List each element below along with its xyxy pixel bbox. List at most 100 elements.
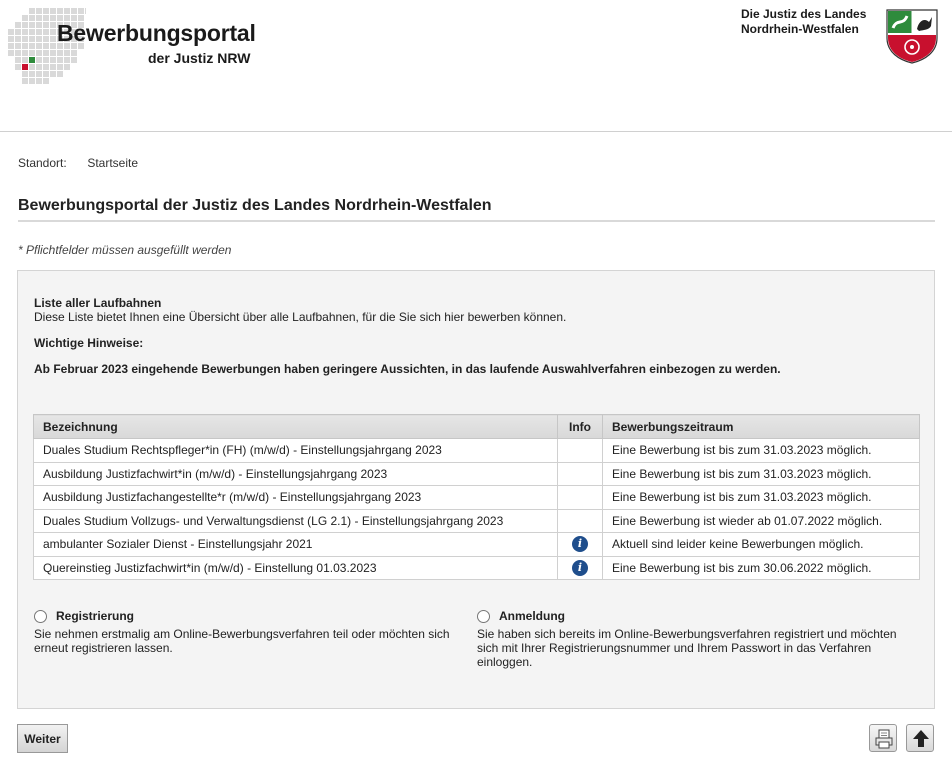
logo-grid-cell <box>22 15 28 21</box>
logo-grid-cell <box>71 8 77 14</box>
info-icon[interactable]: i <box>572 536 588 553</box>
breadcrumb-label: Standort: <box>18 156 67 170</box>
portal-subtitle: der Justiz NRW <box>148 50 251 66</box>
logo-grid-cell <box>57 57 63 63</box>
application-period-cell: Eine Bewerbung ist bis zum 31.03.2023 mö… <box>602 461 920 486</box>
career-name-cell[interactable]: Ausbildung Justizfachangestellte*r (m/w/… <box>33 485 558 510</box>
print-button[interactable] <box>869 724 897 752</box>
logo-grid-cell <box>43 71 49 77</box>
logo-grid-cell <box>22 50 28 56</box>
registration-title[interactable]: Registrierung <box>56 609 134 623</box>
logo-grid-cell <box>15 57 21 63</box>
career-info-cell[interactable]: i <box>557 555 603 580</box>
registration-radio[interactable] <box>34 610 47 623</box>
application-period-cell: Eine Bewerbung ist bis zum 31.03.2023 mö… <box>602 438 920 463</box>
logo-grid-cell <box>57 50 63 56</box>
logo-grid-cell <box>29 64 35 70</box>
logo-grid-cell <box>15 50 21 56</box>
logo-grid-cell <box>8 50 14 56</box>
careers-table: Bezeichnung Info Bewerbungszeitraum Dual… <box>33 414 920 580</box>
next-button[interactable]: Weiter <box>17 724 68 753</box>
logo-grid-cell <box>43 29 49 35</box>
logo-grid-cell <box>50 43 56 49</box>
logo-grid-cell <box>36 64 42 70</box>
logo-grid-cell <box>43 57 49 63</box>
login-radio[interactable] <box>477 610 490 623</box>
logo-grid-cell <box>43 43 49 49</box>
table-row[interactable]: ambulanter Sozialer Dienst - Einstellung… <box>33 532 920 557</box>
logo-grid-cell <box>15 43 21 49</box>
portal-title: Bewerbungsportal <box>57 20 256 46</box>
logo-grid-cell <box>43 78 49 84</box>
logo-grid-cell <box>50 71 56 77</box>
table-row[interactable]: Duales Studium Vollzugs- und Verwaltungs… <box>33 508 920 533</box>
career-name-cell[interactable]: Duales Studium Vollzugs- und Verwaltungs… <box>33 508 558 533</box>
career-info-cell <box>557 461 603 486</box>
application-period-cell: Aktuell sind leider keine Bewerbungen mö… <box>602 532 920 557</box>
logo-grid-cell <box>50 36 56 42</box>
application-period-cell: Eine Bewerbung ist wieder ab 01.07.2022 … <box>602 508 920 533</box>
logo-grid-cell <box>50 64 56 70</box>
column-header-info[interactable]: Info <box>557 414 603 439</box>
career-list-description: Diese Liste bietet Ihnen eine Übersicht … <box>34 310 567 324</box>
table-row[interactable]: Ausbildung Justizfachwirt*in (m/w/d) - E… <box>33 461 920 486</box>
logo-grid-cell <box>8 29 14 35</box>
logo-grid-cell <box>29 15 35 21</box>
state-name-line1: Die Justiz des Landes <box>741 7 867 21</box>
logo-grid-cell <box>22 78 28 84</box>
column-header-period[interactable]: Bewerbungszeitraum <box>602 414 920 439</box>
logo-grid-cell <box>43 64 49 70</box>
info-icon[interactable]: i <box>572 559 588 576</box>
state-name: Die Justiz des Landes Nordrhein-Westfale… <box>741 7 866 37</box>
breadcrumb-current: Startseite <box>87 156 139 170</box>
table-row[interactable]: Ausbildung Justizfachangestellte*r (m/w/… <box>33 485 920 510</box>
application-period-cell: Eine Bewerbung ist bis zum 30.06.2022 mö… <box>602 555 920 580</box>
career-name-cell[interactable]: ambulanter Sozialer Dienst - Einstellung… <box>33 532 558 557</box>
scroll-top-button[interactable] <box>906 724 934 752</box>
logo-grid-cell <box>78 8 84 14</box>
logo-grid-cell <box>29 8 35 14</box>
career-name-cell[interactable]: Ausbildung Justizfachwirt*in (m/w/d) - E… <box>33 461 558 486</box>
logo-grid-cell <box>43 50 49 56</box>
career-info-cell <box>557 438 603 463</box>
logo-grid-cell <box>36 36 42 42</box>
logo-grid-cell <box>22 57 28 63</box>
logo-grid-cell <box>29 36 35 42</box>
logo-grid-cell <box>57 8 63 14</box>
important-hints-text: Ab Februar 2023 eingehende Bewerbungen h… <box>34 362 781 376</box>
logo-grid-cell <box>57 64 63 70</box>
logo-grid-cell <box>36 8 42 14</box>
table-row[interactable]: Duales Studium Rechtspfleger*in (FH) (m/… <box>33 438 920 463</box>
logo-grid-cell <box>50 57 56 63</box>
login-title[interactable]: Anmeldung <box>499 609 565 623</box>
career-info-cell[interactable]: i <box>557 532 603 557</box>
column-header-name[interactable]: Bezeichnung <box>33 414 558 439</box>
logo-grid-cell <box>85 8 86 14</box>
nrw-coat-of-arms-icon <box>886 9 938 64</box>
logo-grid-cell <box>36 43 42 49</box>
career-name-cell[interactable]: Quereinstieg Justizfachwirt*in (m/w/d) -… <box>33 555 558 580</box>
logo-grid-cell <box>29 50 35 56</box>
career-name-cell[interactable]: Duales Studium Rechtspfleger*in (FH) (m/… <box>33 438 558 463</box>
logo-grid-cell <box>36 71 42 77</box>
logo-grid-cell <box>29 29 35 35</box>
logo-grid-cell <box>29 57 35 63</box>
logo-grid-cell <box>29 22 35 28</box>
logo-grid-cell <box>36 50 42 56</box>
logo-grid-cell <box>43 8 49 14</box>
table-row[interactable]: Quereinstieg Justizfachwirt*in (m/w/d) -… <box>33 555 920 580</box>
logo-grid-cell <box>36 15 42 21</box>
career-info-cell <box>557 485 603 510</box>
logo-grid-cell <box>15 36 21 42</box>
important-hints-heading: Wichtige Hinweise: <box>34 336 144 350</box>
logo-grid-cell <box>22 29 28 35</box>
breadcrumb: Standort: Startseite <box>18 156 138 170</box>
logo-grid-cell <box>36 78 42 84</box>
logo-grid-cell <box>29 43 35 49</box>
arrow-up-icon <box>913 730 929 747</box>
state-name-line2: Nordrhein-Westfalen <box>741 22 859 36</box>
logo-grid-cell <box>8 36 14 42</box>
logo-grid-cell <box>15 64 21 70</box>
logo-grid-cell <box>43 15 49 21</box>
logo-grid-cell <box>50 8 56 14</box>
